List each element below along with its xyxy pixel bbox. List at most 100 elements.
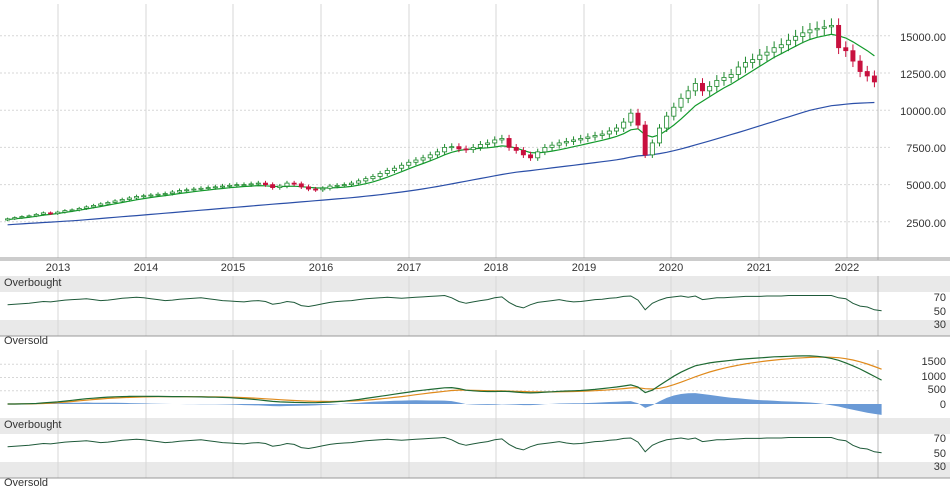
candle-up: [542, 146, 548, 153]
candle-up: [69, 209, 75, 212]
candle-up: [320, 187, 326, 191]
candle-up: [227, 184, 233, 187]
candle-down: [506, 138, 512, 148]
main-grid: [0, 0, 950, 261]
candle-up: [649, 142, 655, 156]
macd-tick-label: 1000: [922, 371, 946, 383]
candle-down: [263, 182, 268, 185]
candle-up: [556, 142, 562, 146]
candle-up: [399, 164, 405, 169]
candle-up: [657, 127, 662, 144]
candle-up: [126, 197, 132, 200]
x-tick-label: 2019: [572, 262, 596, 274]
macd-tick-label: 500: [928, 384, 946, 396]
candle-up: [628, 112, 634, 123]
candle-up: [334, 184, 340, 187]
overbought-band: [0, 276, 950, 292]
candle-up: [728, 74, 734, 78]
candle-up: [363, 178, 369, 182]
candle-up: [735, 66, 741, 75]
candle-up: [413, 159, 419, 163]
candle-up: [33, 213, 39, 217]
candle-up: [148, 194, 154, 197]
candle-down: [513, 146, 519, 151]
candle-up: [614, 127, 619, 132]
candle-up: [821, 26, 827, 29]
candle-up: [427, 154, 433, 159]
candle-up: [341, 184, 347, 187]
x-tick-label: 2018: [484, 262, 508, 274]
candle-down: [298, 183, 304, 188]
candle-up: [62, 210, 68, 213]
candle-up: [191, 188, 197, 191]
candle-up: [434, 151, 440, 156]
candle-down: [871, 75, 877, 83]
candle-up: [671, 106, 677, 117]
candle-up: [785, 39, 791, 46]
chart-stage: 15000.00 12500.00 10000.00 7500.00 5000.…: [0, 0, 950, 489]
candle-up: [105, 202, 111, 205]
candle-down: [857, 60, 863, 72]
macd-panel-bg: [0, 350, 950, 418]
candle-down: [456, 146, 462, 150]
candle-up: [384, 170, 390, 174]
candle-up: [406, 161, 412, 166]
candle-up: [76, 208, 82, 211]
candle-up: [40, 212, 46, 215]
candle-up: [771, 47, 777, 53]
candle-down: [864, 71, 870, 77]
y-tick-label: 7500.00: [906, 143, 946, 155]
candle-up: [578, 138, 584, 141]
candle-down: [700, 83, 705, 92]
candle-up: [198, 187, 204, 190]
rsi-tick-label: 50: [934, 306, 946, 318]
candle-up: [162, 193, 168, 195]
candle-down: [291, 182, 297, 185]
candle-down: [635, 112, 641, 126]
macd-tick-label: 1500: [922, 356, 946, 368]
candle-up: [112, 200, 118, 203]
overbought-label: Overbought: [4, 277, 61, 289]
candle-up: [119, 199, 125, 202]
macd-panel: [0, 350, 950, 418]
candle-up: [91, 205, 97, 208]
time-axis: 2013 2014 2015 2016 2017 2018 2019 2020 …: [46, 262, 859, 274]
candle-up: [241, 184, 247, 187]
candle-up: [750, 59, 756, 63]
candle-up: [255, 182, 261, 185]
candle-up: [26, 215, 32, 218]
candle-up: [169, 191, 175, 194]
y-tick-label: 15000.00: [900, 32, 946, 44]
x-tick-label: 2015: [221, 262, 245, 274]
candle-up: [155, 193, 161, 196]
oversold-band: [0, 462, 950, 478]
candle-up: [499, 138, 505, 141]
oversold-label: Oversold: [4, 477, 48, 489]
candle-up: [205, 187, 211, 189]
candle-up: [234, 184, 240, 187]
candle-up: [721, 77, 727, 81]
x-tick-label: 2013: [46, 262, 70, 274]
candle-up: [599, 133, 605, 136]
rsi-tick-label: 70: [934, 292, 946, 304]
candle-up: [585, 136, 591, 139]
candle-up: [664, 115, 670, 129]
candle-up: [606, 130, 612, 135]
price-panel-bg: [0, 0, 950, 258]
rsi-tick-label: 30: [934, 319, 946, 331]
candle-up: [277, 185, 283, 188]
overbought-band: [0, 418, 950, 434]
candle-up: [707, 85, 713, 92]
candle-up: [778, 44, 784, 49]
x-tick-label: 2020: [659, 262, 683, 274]
rsi-tick-label: 50: [934, 448, 946, 460]
candle-up: [377, 173, 383, 177]
candle-up: [549, 144, 555, 148]
candle-up: [5, 218, 11, 221]
y-tick-label: 5000.00: [906, 180, 946, 192]
candle-up: [184, 189, 190, 192]
candle-up: [449, 146, 455, 149]
candle-down: [528, 154, 534, 159]
candle-up: [757, 54, 763, 61]
y-tick-label: 10000.00: [900, 106, 946, 118]
